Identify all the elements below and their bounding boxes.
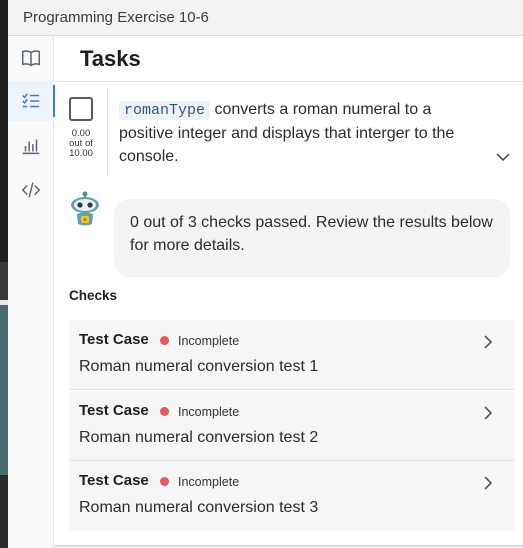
check-status: Incomplete	[178, 405, 240, 419]
task-divider	[107, 89, 108, 175]
check-status: Incomplete	[178, 475, 240, 489]
check-card-2[interactable]: Test Case Incomplete Roman numeral conve…	[69, 391, 515, 461]
status-dot	[160, 407, 169, 416]
chevron-right-icon[interactable]	[481, 475, 495, 491]
check-name: Roman numeral conversion test 1	[79, 358, 319, 375]
status-dot	[160, 336, 169, 345]
check-label: Test Case	[79, 402, 149, 419]
check-card-1[interactable]: Test Case Incomplete Roman numeral conve…	[69, 320, 515, 390]
rail-instructions-button[interactable]	[8, 38, 54, 78]
assistant-robot-icon	[71, 191, 99, 226]
checklist-icon	[22, 93, 40, 108]
chevron-down-icon[interactable]	[495, 149, 511, 165]
window-title: Programming Exercise 10-6	[23, 9, 209, 26]
panel-header: Tasks	[55, 36, 523, 82]
chevron-right-icon[interactable]	[481, 405, 495, 421]
background-window-edge	[0, 0, 8, 548]
assistant-message: 0 out of 3 checks passed. Review the res…	[114, 199, 510, 277]
side-rail	[8, 36, 55, 548]
task-item[interactable]: 0.00 out of 10.00 romanType converts a r…	[55, 83, 523, 179]
check-card-3[interactable]: Test Case Incomplete Roman numeral conve…	[69, 461, 515, 531]
window-titlebar: Programming Exercise 10-6	[8, 0, 523, 36]
rail-statistics-button[interactable]	[8, 126, 54, 166]
tasks-panel: Tasks 0.00 out of 10.00 romanType conver…	[55, 36, 523, 548]
book-icon	[22, 50, 40, 67]
rail-tasks-button[interactable]	[8, 81, 55, 121]
bar-chart-icon	[22, 139, 40, 155]
code-icon	[21, 182, 41, 198]
rail-code-button[interactable]	[8, 170, 54, 210]
check-name: Roman numeral conversion test 2	[79, 429, 319, 446]
panel-bottom-divider	[55, 545, 523, 547]
task-score: 0.00 out of 10.00	[62, 129, 100, 159]
page-title: Tasks	[80, 45, 141, 71]
check-label: Test Case	[79, 472, 149, 489]
task-score-total: 10.00	[69, 148, 93, 159]
check-label: Test Case	[79, 331, 149, 348]
task-checkbox[interactable]	[69, 97, 93, 121]
task-code-token: romanType	[119, 101, 211, 120]
chevron-right-icon[interactable]	[481, 334, 495, 350]
status-dot	[160, 477, 169, 486]
check-status: Incomplete	[178, 334, 240, 348]
checks-heading: Checks	[69, 288, 118, 303]
task-description: romanType converts a roman numeral to a …	[119, 98, 489, 168]
check-name: Roman numeral conversion test 3	[79, 499, 319, 516]
